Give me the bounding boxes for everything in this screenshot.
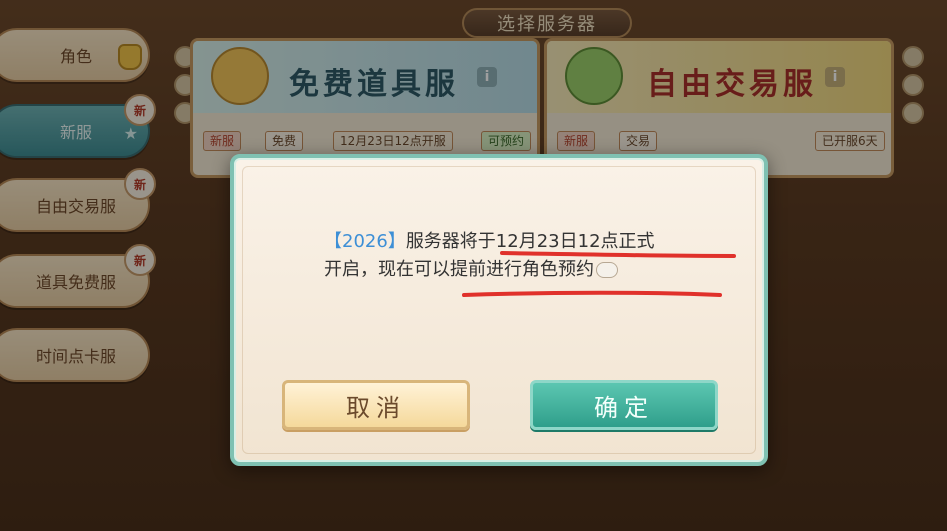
message-line-1: 服务器将于12月23日12点正式 <box>405 231 655 252</box>
cute-face-emoji-icon <box>596 262 618 278</box>
year-tag: 【2026】 <box>324 231 406 252</box>
cancel-button[interactable]: 取消 <box>282 380 470 430</box>
reservation-dialog: 【2026】服务器将于12月23日12点正式 开启，现在可以提前进行角色预约 取… <box>230 154 768 466</box>
confirm-button[interactable]: 确定 <box>530 380 718 430</box>
dialog-message: 【2026】服务器将于12月23日12点正式 开启，现在可以提前进行角色预约 <box>324 228 704 284</box>
message-line-2: 开启，现在可以提前进行角色预约 <box>324 259 594 280</box>
